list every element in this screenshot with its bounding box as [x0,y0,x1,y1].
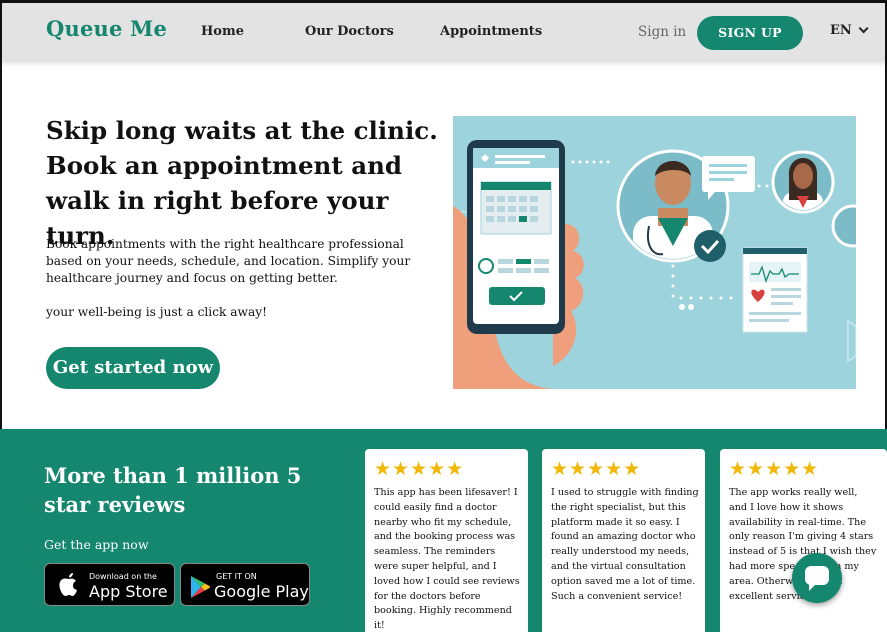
double-chevron-right-icon[interactable]: » [864,546,878,571]
google-play-icon [191,576,210,598]
hero-title: Skip long waits at the clinic. Book an a… [46,116,438,250]
reviews-section: More than 1 million 5 star reviews Get t… [0,429,887,632]
chat-button[interactable] [792,553,842,603]
get-started-button[interactable]: Get started now [46,347,220,389]
apple-icon [59,573,77,596]
hero-section: Skip long waits at the clinic. Book an a… [0,60,887,429]
nav-link-our-doctors[interactable]: Our Doctors [305,24,394,39]
app-store-big-text: App Store [89,582,168,601]
star-rating: ★★★★★ [374,458,465,480]
app-store-button[interactable]: Download on the App Store [44,563,175,606]
review-text: This app has been lifesaver! I could eas… [374,487,520,632]
hero-description: Book appointments with the right healthc… [46,237,411,285]
review-card: ★★★★★ I used to struggle with finding th… [542,449,705,632]
google-play-button[interactable]: GET IT ON Google Play [180,563,310,606]
get-app-label: Get the app now [44,537,149,552]
google-play-big-text: Google Play [214,582,309,601]
sign-up-button[interactable]: SIGN UP [697,16,803,50]
chevron-down-icon [858,23,869,34]
language-selector[interactable]: EN [830,23,869,38]
star-rating: ★★★★★ [729,458,820,480]
review-text: I used to struggle with finding the righ… [551,487,699,602]
chat-bubble-icon [805,566,829,591]
app-store-small-text: Download on the [89,572,157,581]
review-card: ★★★★★ The app works really well, and I l… [720,449,887,632]
nav-link-home[interactable]: Home [201,24,244,39]
top-navbar: Queue Me Home Our Doctors Appointments S… [0,0,887,60]
logo[interactable]: Queue Me [46,16,167,41]
nav-link-appointments[interactable]: Appointments [440,24,542,39]
reviews-title: More than 1 million 5 star reviews [44,463,302,517]
review-card: ★★★★★ This app has been lifesaver! I cou… [365,449,528,632]
language-label: EN [830,23,852,38]
sign-in-link[interactable]: Sign in [638,24,686,40]
hero-illustration [453,116,856,389]
star-rating: ★★★★★ [551,458,642,480]
hero-tagline: your well-being is just a click away! [46,305,268,319]
google-play-small-text: GET IT ON [216,572,257,581]
